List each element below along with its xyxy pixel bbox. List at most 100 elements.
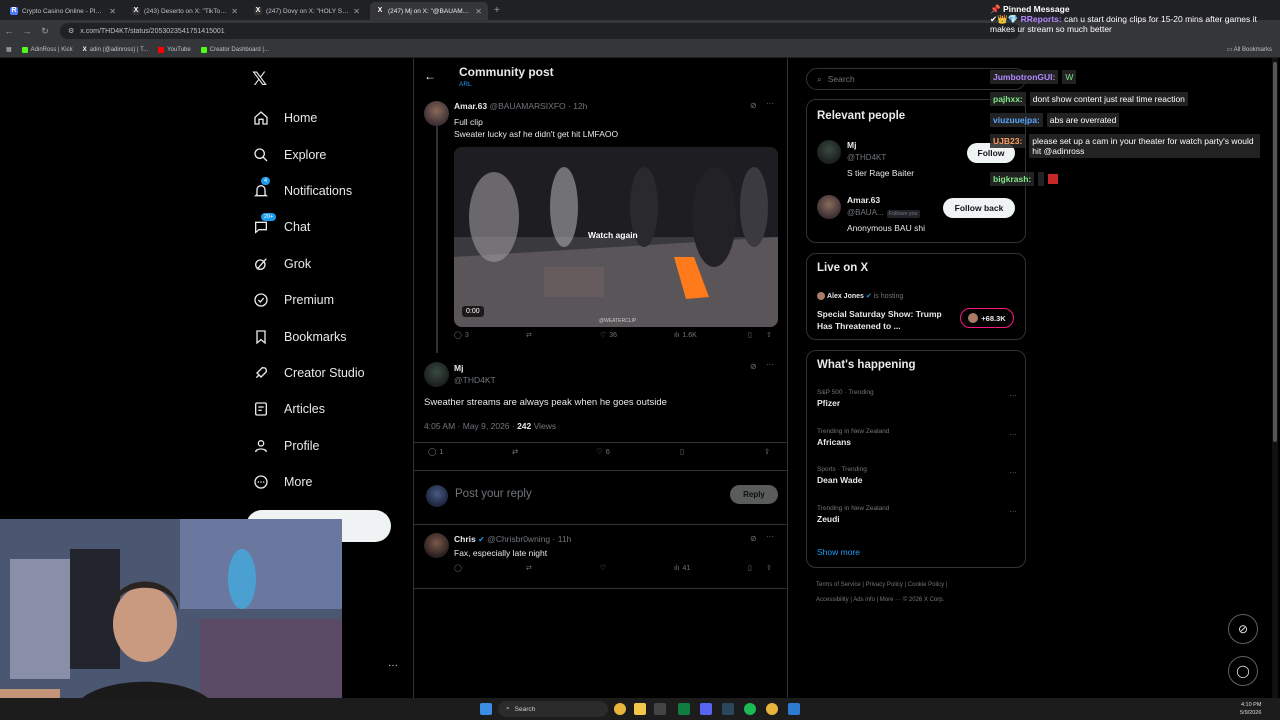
nav-grok[interactable]: Grok: [252, 246, 365, 282]
nav-notifications[interactable]: 4 Notifications: [252, 173, 365, 209]
reply-button[interactable]: Reply: [730, 485, 778, 504]
app-icon[interactable]: [788, 703, 800, 715]
spotify-icon[interactable]: [744, 703, 756, 715]
live-listeners-badge[interactable]: +68.3K: [960, 308, 1014, 328]
messages-button[interactable]: ◯: [1228, 656, 1258, 686]
browser-tab-active[interactable]: X(247) Mj on X: "@BAUAMARSIXFO✕: [370, 2, 488, 20]
steam-icon[interactable]: [722, 703, 734, 715]
nav-articles[interactable]: Articles: [252, 391, 365, 427]
url-field[interactable]: ⚙ x.com/THD4KT/status/2053023541751415001: [60, 23, 1020, 39]
grok-explain-icon[interactable]: ⊘: [750, 101, 757, 110]
avatar[interactable]: [817, 140, 841, 164]
x-logo-icon[interactable]: 𝕏: [252, 68, 267, 90]
back-icon[interactable]: ←: [0, 26, 18, 36]
nav-home[interactable]: Home: [252, 100, 365, 136]
more-options-icon[interactable]: ···: [1009, 468, 1017, 477]
chrome-icon[interactable]: [614, 703, 626, 715]
scrollbar-thumb[interactable]: [1273, 62, 1277, 442]
reply-input[interactable]: Post your reply: [455, 488, 532, 500]
views-action[interactable]: ılı 1.6K: [674, 332, 697, 339]
share-action[interactable]: ⇧: [766, 564, 772, 572]
like-action[interactable]: ♡ 36: [600, 331, 617, 340]
reply-action[interactable]: ◯: [454, 564, 462, 572]
browser-tab[interactable]: X (243) Deserto on X: "TikTok pra ✕: [126, 2, 244, 20]
like-action[interactable]: ♡ 6: [596, 447, 610, 456]
bookmark-item[interactable]: Creator Dashboard |...: [200, 46, 269, 53]
community-link[interactable]: ARL: [459, 81, 472, 88]
back-arrow-icon[interactable]: ←: [424, 69, 436, 83]
trend-item[interactable]: Trending in New Zealand Zeudi ···: [817, 505, 1017, 524]
more-options-icon[interactable]: ···: [1009, 391, 1017, 400]
bookmark-action[interactable]: ▯: [748, 331, 752, 339]
nav-creator-studio[interactable]: Creator Studio: [252, 355, 365, 391]
more-options-icon[interactable]: ···: [1009, 430, 1017, 439]
share-action[interactable]: ⇧: [764, 447, 770, 456]
close-tab-icon[interactable]: ✕: [475, 7, 482, 16]
more-options-icon[interactable]: ···: [766, 360, 774, 369]
excel-icon[interactable]: [678, 703, 690, 715]
forward-icon[interactable]: →: [18, 26, 36, 36]
post-author-name[interactable]: Mj: [454, 363, 463, 373]
nav-bookmarks[interactable]: Bookmarks: [252, 318, 365, 354]
trend-item[interactable]: Sports · Trending Dean Wade ···: [817, 466, 1017, 485]
new-tab-icon[interactable]: +: [494, 2, 500, 20]
watch-again-button[interactable]: Watch again: [588, 230, 638, 240]
video-duration: 0:00: [462, 306, 484, 317]
avatar[interactable]: [817, 195, 841, 219]
grok-explain-icon[interactable]: ⊘: [750, 362, 757, 371]
like-action[interactable]: ♡: [600, 564, 606, 572]
taskbar-search[interactable]: ⌕ Search: [498, 701, 608, 717]
trend-item[interactable]: S&P 500 · Trending Pfizer ···: [817, 389, 1017, 408]
nav-more[interactable]: More: [252, 464, 365, 500]
repost-action[interactable]: ⇄: [512, 447, 518, 456]
avatar[interactable]: [424, 533, 449, 558]
scrollbar[interactable]: [1272, 58, 1278, 698]
trend-item[interactable]: Trending in New Zealand Africans ···: [817, 428, 1017, 447]
start-icon[interactable]: [480, 703, 492, 715]
close-tab-icon[interactable]: ✕: [109, 7, 116, 16]
system-clock[interactable]: 4:10 PM 5/9/2026: [1240, 701, 1261, 717]
browser-tab[interactable]: RCrypto Casino Online - Play with✕: [4, 2, 122, 20]
account-menu-icon[interactable]: ···: [388, 660, 398, 671]
post-author-handle[interactable]: @THD4KT: [454, 375, 496, 385]
avatar[interactable]: [424, 101, 449, 126]
discord-icon[interactable]: [700, 703, 712, 715]
reload-icon[interactable]: ↻: [36, 26, 54, 37]
video-player[interactable]: Watch again 0:00 @WEATERCLIP: [454, 147, 778, 327]
more-options-icon[interactable]: ···: [766, 532, 774, 541]
nav-profile[interactable]: Profile: [252, 428, 365, 464]
avatar[interactable]: [424, 362, 449, 387]
close-tab-icon[interactable]: ✕: [353, 7, 360, 16]
chrome-icon[interactable]: [766, 703, 778, 715]
nav-chat[interactable]: 20+ Chat: [252, 209, 365, 245]
browser-tab[interactable]: X(247) Dovy on X: "HOLY SMOKE✕: [248, 2, 366, 20]
show-more-link[interactable]: Show more: [817, 547, 860, 557]
more-options-icon[interactable]: ···: [766, 99, 774, 108]
grok-explain-icon[interactable]: ⊘: [750, 534, 757, 543]
all-bookmarks[interactable]: ▭ All Bookmarks: [1227, 46, 1272, 53]
apps-icon[interactable]: ▦: [6, 46, 12, 53]
footer-links[interactable]: Terms of Service | Privacy Policy | Cook…: [816, 582, 947, 588]
footer-links[interactable]: Accessibility | Ads info | More ··· © 20…: [816, 597, 944, 603]
nav-explore[interactable]: Explore: [252, 136, 365, 172]
close-tab-icon[interactable]: ✕: [231, 7, 238, 16]
bookmark-action[interactable]: ▯: [680, 447, 684, 456]
bookmark-action[interactable]: ▯: [748, 564, 752, 572]
share-action[interactable]: ⇧: [766, 331, 772, 339]
nav-premium[interactable]: Premium: [252, 282, 365, 318]
more-options-icon[interactable]: ···: [1009, 507, 1017, 516]
reply-action[interactable]: ◯ 3: [454, 331, 469, 340]
repost-action[interactable]: ⇄: [526, 564, 532, 572]
bookmark-item[interactable]: Xadin (@adinross) | T...: [83, 47, 149, 53]
app-icon[interactable]: [654, 703, 666, 715]
follow-back-button[interactable]: Follow back: [943, 198, 1015, 218]
grok-button[interactable]: ⊘: [1228, 614, 1258, 644]
reply-action[interactable]: ◯ 1: [428, 447, 444, 456]
repost-action[interactable]: ⇄: [526, 331, 532, 339]
views-action[interactable]: ılı 41: [674, 565, 690, 572]
file-explorer-icon[interactable]: [634, 703, 646, 715]
bookmark-item[interactable]: YouTube: [158, 46, 191, 53]
site-info-icon[interactable]: ⚙: [68, 27, 74, 35]
live-title[interactable]: Special Saturday Show: Trump Has Threate…: [817, 308, 947, 332]
bookmark-item[interactable]: AdinRoss | Kick: [21, 46, 73, 53]
